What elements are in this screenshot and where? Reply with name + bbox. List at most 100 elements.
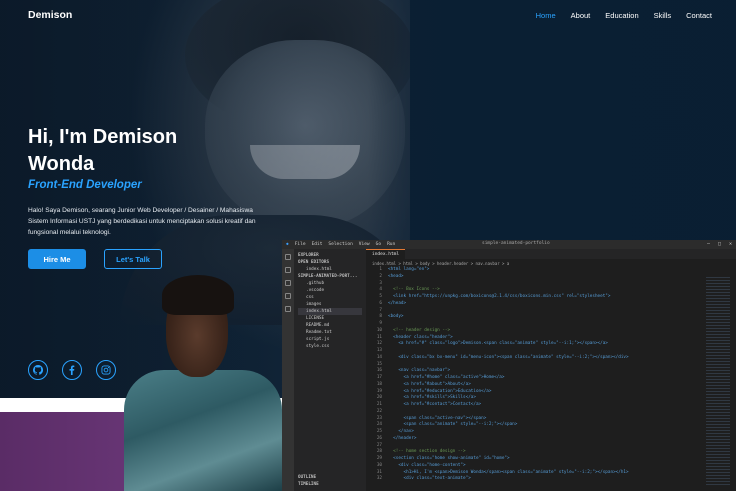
open-editors-header[interactable]: OPEN EDITORS bbox=[298, 259, 362, 266]
nav-link-skills[interactable]: Skills bbox=[654, 11, 672, 20]
github-icon[interactable] bbox=[28, 360, 48, 380]
code-text: <nav class="navbar"> bbox=[388, 368, 451, 374]
project-header[interactable]: SIMPLE-ANIMATED-PORT... bbox=[298, 273, 362, 280]
code-line[interactable]: 26 </header> bbox=[370, 436, 736, 443]
code-line[interactable]: 17 <a href="#home" class="active">Home</… bbox=[370, 375, 736, 382]
file-item-selected[interactable]: index.html bbox=[298, 308, 362, 315]
menu-go[interactable]: Go bbox=[376, 242, 381, 247]
logo[interactable]: Demison bbox=[28, 9, 72, 21]
code-line[interactable]: 9 bbox=[370, 321, 736, 328]
maximize-icon[interactable]: □ bbox=[718, 241, 721, 247]
source-control-icon[interactable] bbox=[285, 280, 291, 286]
line-number: 2 bbox=[379, 273, 382, 279]
code-text: <head> bbox=[388, 273, 404, 279]
file-item[interactable]: .vscode bbox=[298, 287, 362, 294]
line-number: 4 bbox=[379, 287, 382, 293]
menu-view[interactable]: View bbox=[359, 242, 370, 247]
file-item[interactable]: script.js bbox=[298, 336, 362, 343]
file-item[interactable]: Readme.txt bbox=[298, 329, 362, 336]
code-line[interactable]: 6 </head> bbox=[370, 301, 736, 308]
code-text: <a href="#" class="logo">Demison.<span c… bbox=[388, 341, 608, 347]
code-text: <span class="animate" style="--i:2;"></s… bbox=[388, 422, 518, 428]
code-line[interactable]: 30 <div class="home-content"> bbox=[370, 463, 736, 470]
hero-title-line1: Hi, I'm Demison bbox=[28, 126, 178, 148]
menu-selection[interactable]: Selection bbox=[328, 242, 352, 247]
menu-file[interactable]: File bbox=[295, 242, 306, 247]
code-line[interactable]: 22 bbox=[370, 409, 736, 416]
code-line[interactable]: 29 <section class="home show-animate" id… bbox=[370, 456, 736, 463]
code-line[interactable]: 7 bbox=[370, 308, 736, 315]
code-text: </head> bbox=[388, 300, 407, 306]
nav-link-about[interactable]: About bbox=[571, 11, 591, 20]
file-item[interactable]: css bbox=[298, 294, 362, 301]
code-text: </header> bbox=[388, 435, 417, 441]
code-line[interactable]: 8 <body> bbox=[370, 314, 736, 321]
menu-edit[interactable]: Edit bbox=[312, 242, 323, 247]
code-text: <html lang="en"> bbox=[388, 267, 430, 272]
nav-link-home[interactable]: Home bbox=[536, 11, 556, 20]
line-number: 6 bbox=[379, 300, 382, 306]
code-text: <section class="home show-animate" id="h… bbox=[388, 456, 510, 461]
code-text: <!-- Box Icons --> bbox=[388, 287, 440, 293]
line-number: 30 bbox=[376, 462, 382, 468]
code-line[interactable]: 5 <link href="https://unpkg.com/boxicons… bbox=[370, 294, 736, 301]
editor-tabs: index.html bbox=[366, 249, 736, 259]
code-line[interactable]: 32 <div class="text-animate"> bbox=[370, 476, 736, 483]
facebook-icon[interactable] bbox=[62, 360, 82, 380]
search-icon[interactable] bbox=[285, 267, 291, 273]
close-icon[interactable]: ✕ bbox=[729, 241, 732, 247]
line-number: 24 bbox=[376, 422, 382, 428]
code-line[interactable]: 18 <a href="#about">About</a> bbox=[370, 382, 736, 389]
minimap[interactable] bbox=[706, 277, 730, 487]
hero-title-line2: Wonda bbox=[28, 153, 95, 175]
code-line[interactable]: 1 <html lang="en"> bbox=[370, 267, 736, 274]
file-item[interactable]: .github bbox=[298, 280, 362, 287]
hire-me-button[interactable]: Hire Me bbox=[28, 249, 86, 269]
file-item[interactable]: style.css bbox=[298, 343, 362, 350]
file-item[interactable]: README.md bbox=[298, 322, 362, 329]
code-text: <!-- home section design --> bbox=[388, 449, 466, 455]
code-line[interactable]: 24 <span class="animate" style="--i:2;">… bbox=[370, 422, 736, 429]
breadcrumb[interactable]: index.html > html > body > header.header… bbox=[366, 259, 736, 267]
file-item[interactable]: LICENSE bbox=[298, 315, 362, 322]
code-line[interactable]: 4 <!-- Box Icons --> bbox=[370, 287, 736, 294]
code-line[interactable]: 21 <a href="#contact">Contact</a> bbox=[370, 402, 736, 409]
code-line[interactable]: 12 <a href="#" class="logo">Demison.<spa… bbox=[370, 341, 736, 348]
code-text: <a href="#home" class="active">Home</a> bbox=[388, 375, 505, 380]
code-line[interactable]: 16 <nav class="navbar"> bbox=[370, 368, 736, 375]
timeline-header[interactable]: TIMELINE bbox=[298, 481, 319, 488]
code-line[interactable]: 28 <!-- home section design --> bbox=[370, 449, 736, 456]
code-line[interactable]: 10 <!-- header design --> bbox=[370, 328, 736, 335]
code-text: <a href="#skills">Skills</a> bbox=[388, 395, 476, 401]
file-item[interactable]: images bbox=[298, 301, 362, 308]
extensions-icon[interactable] bbox=[285, 306, 291, 312]
nav-link-contact[interactable]: Contact bbox=[686, 11, 712, 20]
code-text: <a href="#contact">Contact</a> bbox=[388, 402, 482, 407]
tab-index-html[interactable]: index.html bbox=[366, 249, 406, 259]
profile-photo bbox=[124, 275, 282, 491]
run-debug-icon[interactable] bbox=[285, 293, 291, 299]
instagram-icon[interactable] bbox=[96, 360, 116, 380]
code-line[interactable]: 20 <a href="#skills">Skills</a> bbox=[370, 395, 736, 402]
lets-talk-button[interactable]: Let's Talk bbox=[104, 249, 162, 269]
explorer-icon[interactable] bbox=[285, 254, 291, 260]
menu-run[interactable]: Run bbox=[387, 242, 395, 247]
open-editor-file[interactable]: index.html bbox=[298, 266, 362, 273]
activity-bar bbox=[282, 249, 294, 491]
code-line[interactable]: 13 bbox=[370, 348, 736, 355]
editor-area: index.html index.html > html > body > he… bbox=[366, 249, 736, 491]
minimize-icon[interactable]: — bbox=[707, 241, 710, 247]
nav-link-education[interactable]: Education bbox=[605, 11, 638, 20]
code-line[interactable]: 14 <div class="bx bx-menu" id="menu-icon… bbox=[370, 355, 736, 362]
code-editor[interactable]: 1 <html lang="en"> 2 <head> 3 4 <!-- Box Icon… bbox=[366, 267, 736, 483]
code-line[interactable]: 25 </nav> bbox=[370, 429, 736, 436]
line-number: 21 bbox=[376, 402, 382, 407]
line-number: 25 bbox=[376, 429, 382, 434]
code-text: <div class="bx bx-menu" id="menu-icon"><… bbox=[388, 354, 629, 360]
code-line[interactable]: 2 <head> bbox=[370, 274, 736, 281]
outline-header[interactable]: OUTLINE bbox=[298, 474, 319, 481]
line-number: 29 bbox=[376, 456, 382, 461]
window-controls: — □ ✕ bbox=[707, 241, 732, 247]
line-number: 17 bbox=[376, 375, 382, 380]
line-number: 9 bbox=[379, 321, 382, 326]
